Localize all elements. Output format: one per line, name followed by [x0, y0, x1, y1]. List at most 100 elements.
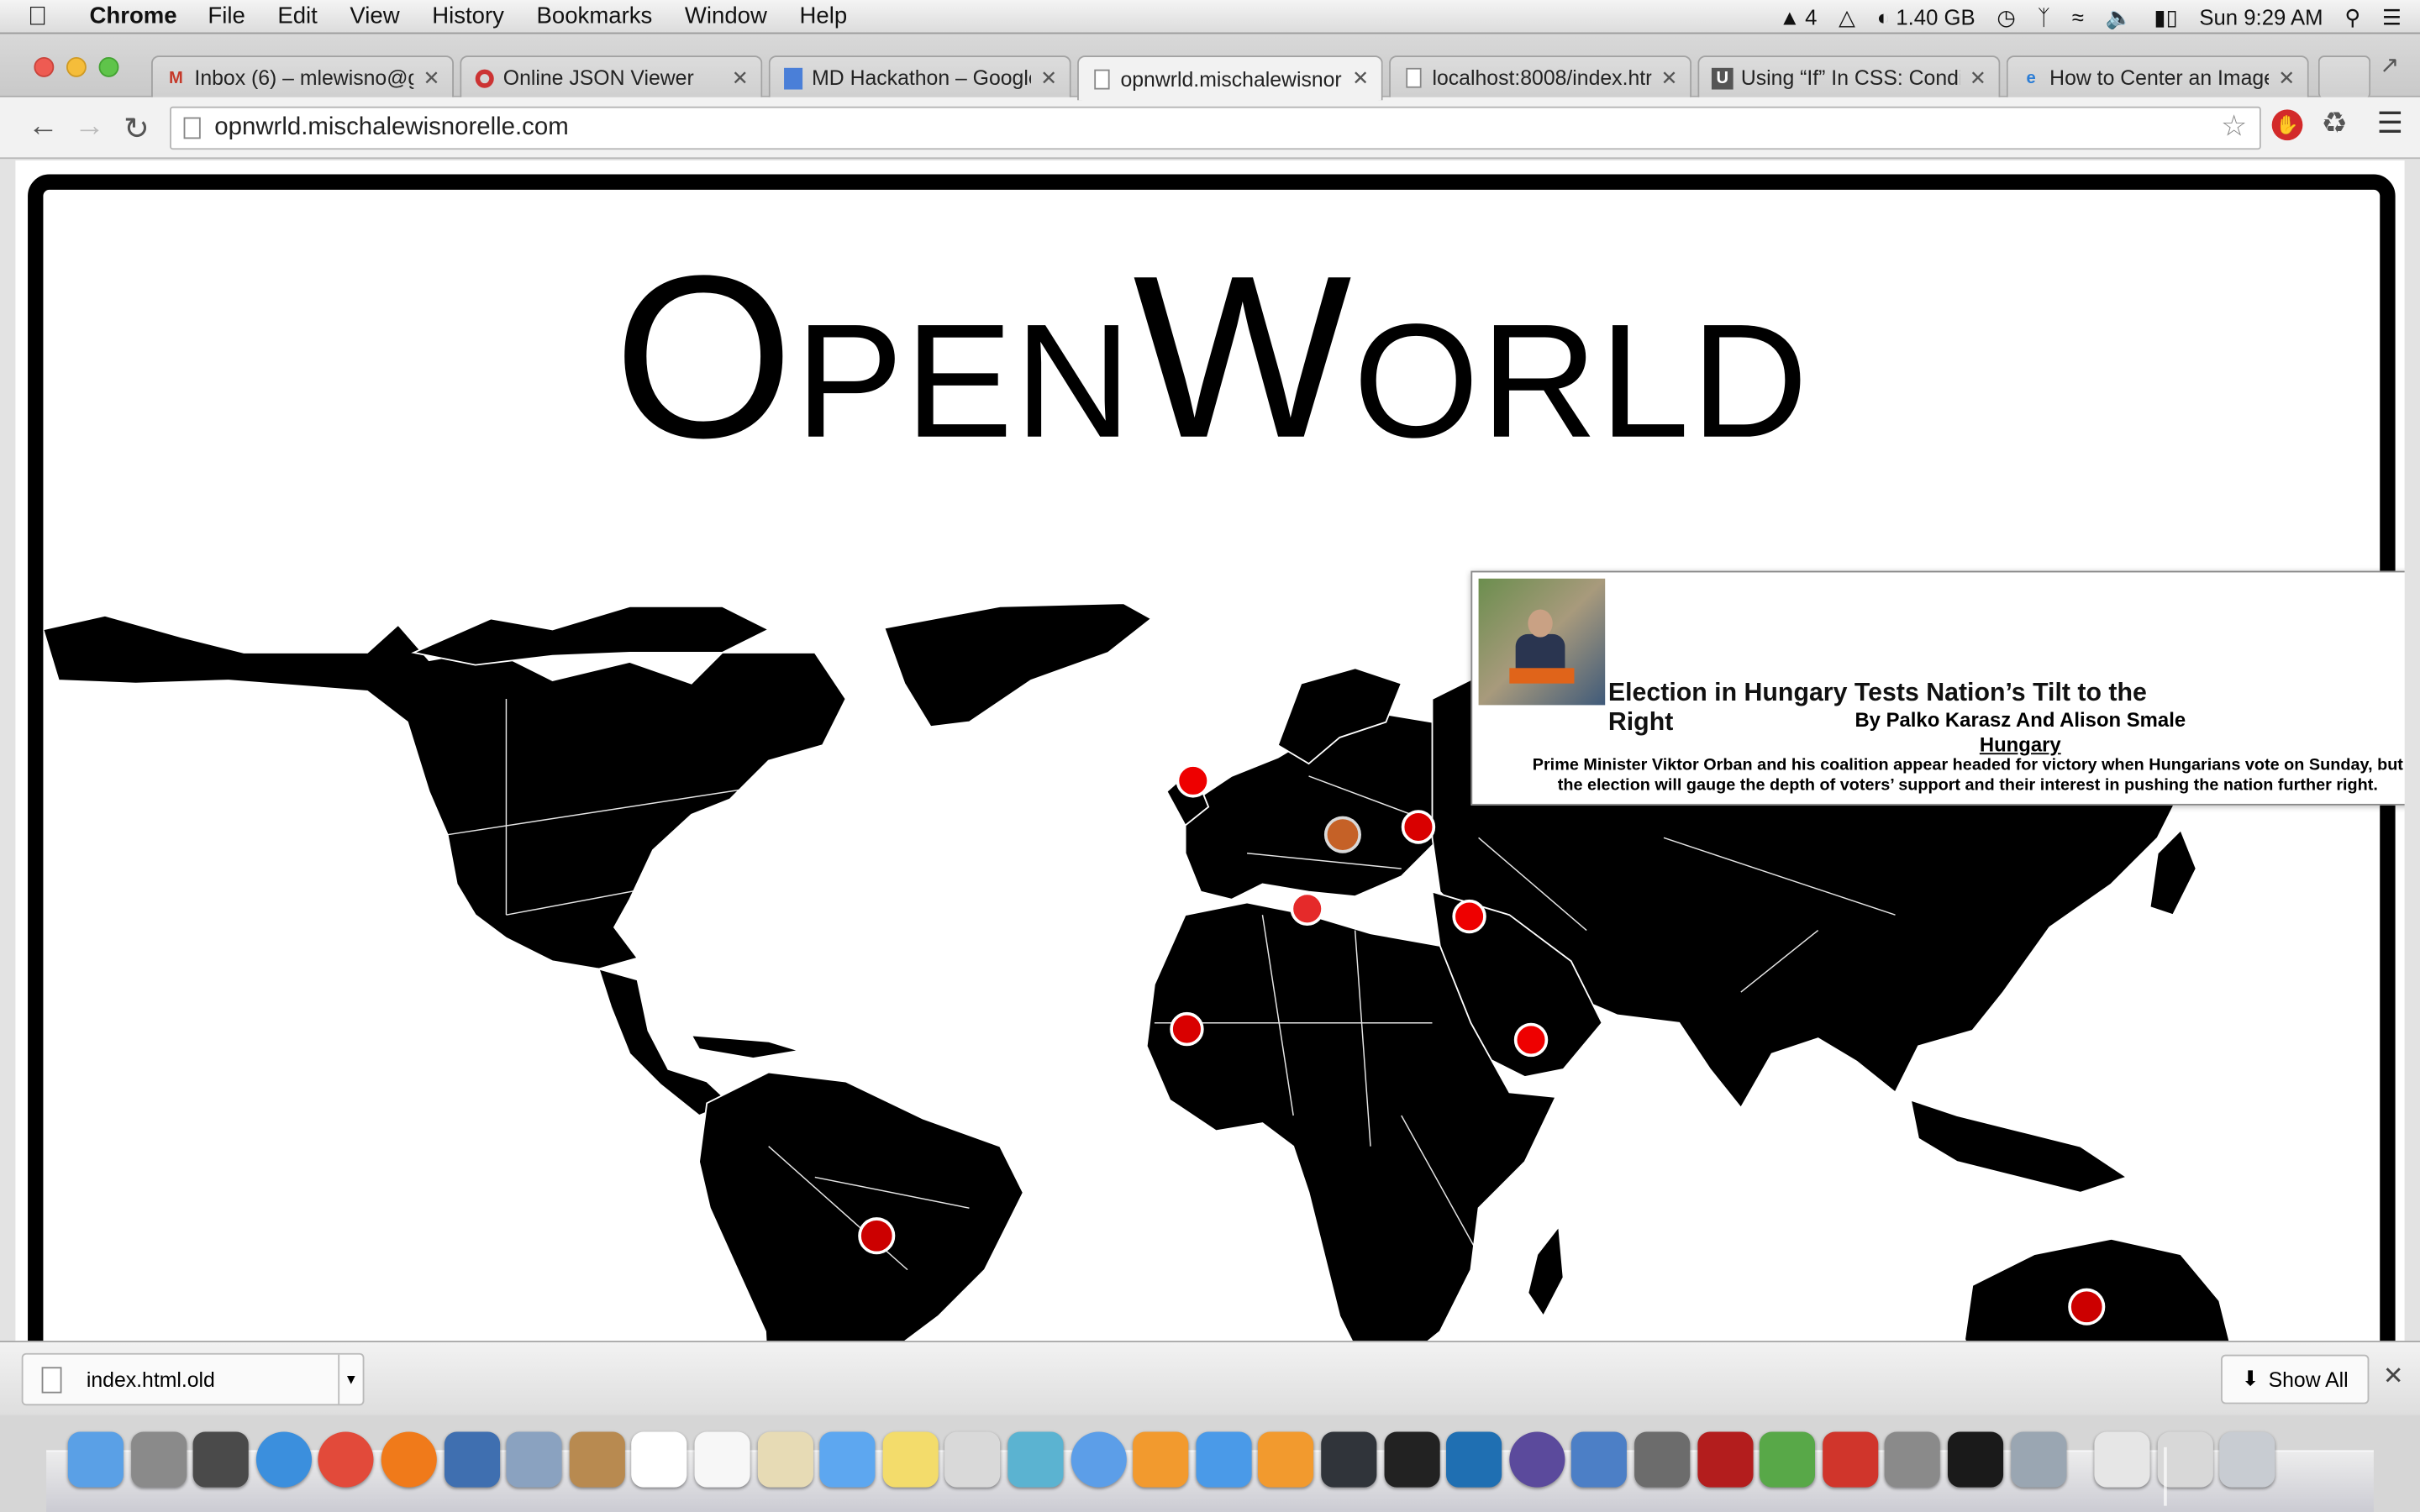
adobe-status-icon[interactable]: ▲ 4 [1779, 5, 1817, 29]
wifi-icon[interactable]: ≈ [2072, 5, 2084, 29]
close-download-shelf-icon[interactable]: ✕ [2383, 1361, 2404, 1392]
close-tab-icon[interactable]: ✕ [2278, 66, 2295, 90]
map-marker-mali[interactable] [1170, 1011, 1204, 1047]
adblock-icon[interactable]: ✋ [2271, 109, 2303, 141]
textedit-icon[interactable] [944, 1431, 1001, 1488]
finder-icon[interactable] [67, 1431, 124, 1488]
map-marker-syria[interactable] [1452, 899, 1486, 934]
article-region-link[interactable]: Hungary [1627, 732, 2405, 756]
firefox-icon[interactable] [381, 1431, 437, 1488]
show-all-downloads-button[interactable]: ⬇ Show All [2221, 1354, 2370, 1404]
apple-icon[interactable]:  [28, 1, 55, 32]
itunes-icon[interactable] [1070, 1431, 1127, 1488]
download-item[interactable]: index.html.old ▼ [21, 1352, 365, 1406]
fullscreen-icon[interactable]: ↗ [2380, 51, 2399, 78]
minimize-window-button[interactable] [66, 56, 87, 77]
menu-file[interactable]: File [208, 3, 245, 29]
article-popup[interactable]: Election in Hungary Tests Nation’s Tilt … [1470, 570, 2405, 806]
map-marker-brazil[interactable] [858, 1217, 896, 1255]
close-window-button[interactable] [34, 56, 55, 77]
vlc-icon[interactable] [1258, 1431, 1314, 1488]
mission-control-icon[interactable] [192, 1431, 250, 1488]
eclipse-icon[interactable] [1508, 1431, 1565, 1488]
documents-folder-icon[interactable] [2094, 1431, 2150, 1488]
url-text: opnwrld.mischalewisnorelle.com [214, 113, 569, 141]
evernote-icon[interactable] [1760, 1431, 1816, 1488]
ibooks-icon[interactable] [1133, 1431, 1189, 1488]
back-button[interactable]: ← [28, 109, 59, 144]
page-icon [1092, 68, 1113, 90]
map-marker-uk[interactable] [1176, 764, 1211, 798]
xcode-icon[interactable] [1571, 1431, 1628, 1488]
close-tab-icon[interactable]: ✕ [1970, 66, 1986, 90]
menu-bookmarks[interactable]: Bookmarks [537, 3, 653, 29]
reload-button[interactable]: ↻ [124, 109, 150, 148]
tab-css-article[interactable]: U Using “If” In CSS: Conditi ✕ [1697, 55, 2001, 99]
safari-icon[interactable] [255, 1431, 312, 1488]
address-bar[interactable]: opnwrld.mischalewisnorelle.com ☆ [170, 106, 2261, 150]
forward-button[interactable]: → [74, 109, 105, 144]
chrome-menu-icon[interactable]: ☰ [2377, 107, 2403, 142]
map-marker-ukraine[interactable] [1401, 810, 1436, 844]
battery-icon[interactable]: ▮▯ [2154, 4, 2177, 30]
image-viewer-icon[interactable] [757, 1431, 813, 1488]
tab-json-viewer[interactable]: Online JSON Viewer ✕ [460, 55, 763, 99]
github-icon[interactable] [1634, 1431, 1691, 1488]
messages-icon[interactable] [819, 1431, 876, 1488]
time-machine-icon[interactable]: ◷ [1996, 4, 2015, 30]
map-marker-australia[interactable] [2068, 1288, 2106, 1326]
menu-window[interactable]: Window [685, 3, 767, 29]
map-marker-yemen[interactable] [1513, 1022, 1549, 1058]
trash-icon[interactable] [2219, 1431, 2276, 1488]
close-tab-icon[interactable]: ✕ [1040, 66, 1057, 90]
sourcetree-icon[interactable] [1446, 1431, 1502, 1488]
google-drive-icon[interactable]: △ [1839, 4, 1855, 30]
unity-icon[interactable] [1383, 1431, 1439, 1488]
download-options-arrow-icon[interactable]: ▼ [338, 1354, 362, 1404]
menu-help[interactable]: Help [799, 3, 847, 29]
spotlight-search-icon[interactable]: ⚲ [2344, 4, 2360, 30]
reminders-icon[interactable] [694, 1431, 750, 1488]
tab-center-image[interactable]: e How to Center an Image ✕ [2006, 55, 2309, 99]
new-tab-button[interactable] [2317, 55, 2371, 99]
page-viewport: OPENWORLD Election in Hungary Tests Nati… [15, 160, 2405, 1341]
memory-status[interactable]: ◐ 1.40 GB [1877, 5, 1975, 29]
close-tab-icon[interactable]: ✕ [1352, 66, 1369, 91]
close-tab-icon[interactable]: ✕ [423, 66, 439, 90]
menu-edit[interactable]: Edit [277, 3, 317, 29]
tab-openworld[interactable]: opnwrld.mischalewisnor ✕ [1077, 55, 1383, 101]
volume-icon[interactable]: 🔈 [2106, 4, 2133, 30]
stickies-icon[interactable] [882, 1431, 939, 1488]
tab-localhost[interactable]: localhost:8008/index.htr ✕ [1389, 55, 1692, 99]
calendar-icon[interactable] [631, 1431, 688, 1488]
bookmark-star-icon[interactable]: ☆ [2221, 108, 2247, 149]
system-preferences-icon[interactable] [1885, 1431, 1941, 1488]
contacts-icon[interactable] [569, 1431, 625, 1488]
utilities-icon[interactable] [2010, 1431, 2066, 1488]
status-area: ▲ 4 △ ◐ 1.40 GB ◷ ᛉ ≈ 🔈 ▮▯ Sun 9:29 AM ⚲ … [1779, 0, 2402, 34]
recycle-extension-icon[interactable]: ♻ [2321, 107, 2347, 142]
menu-history[interactable]: History [432, 3, 504, 29]
terminal-icon[interactable] [1947, 1431, 2004, 1488]
menu-view[interactable]: View [350, 3, 399, 29]
close-tab-icon[interactable]: ✕ [1660, 66, 1677, 90]
launchpad-icon[interactable] [130, 1431, 187, 1488]
map-marker-libya[interactable] [1290, 891, 1324, 927]
photos-icon[interactable] [1007, 1431, 1064, 1488]
thunderbird-icon[interactable] [444, 1431, 500, 1488]
app-menu[interactable]: Chrome [90, 3, 177, 29]
app-store-icon[interactable] [1196, 1431, 1252, 1488]
filezilla-icon[interactable] [1697, 1431, 1753, 1488]
preview-icon[interactable] [506, 1431, 562, 1488]
bluetooth-icon[interactable]: ᛉ [2038, 5, 2050, 29]
steam-icon[interactable] [1321, 1431, 1377, 1488]
map-southeast-asia [1909, 1099, 2129, 1194]
notification-center-icon[interactable]: ☰ [2382, 4, 2402, 30]
instapaper-icon[interactable] [1822, 1431, 1878, 1488]
tab-gmail[interactable]: M Inbox (6) – mlewisno@gr ✕ [151, 55, 455, 99]
map-marker-hungary-active[interactable] [1323, 816, 1362, 853]
close-tab-icon[interactable]: ✕ [732, 66, 749, 90]
zoom-window-button[interactable] [98, 56, 119, 77]
clock[interactable]: Sun 9:29 AM [2199, 5, 2323, 29]
tab-google-docs[interactable]: MD Hackathon – Google ✕ [768, 55, 1071, 99]
